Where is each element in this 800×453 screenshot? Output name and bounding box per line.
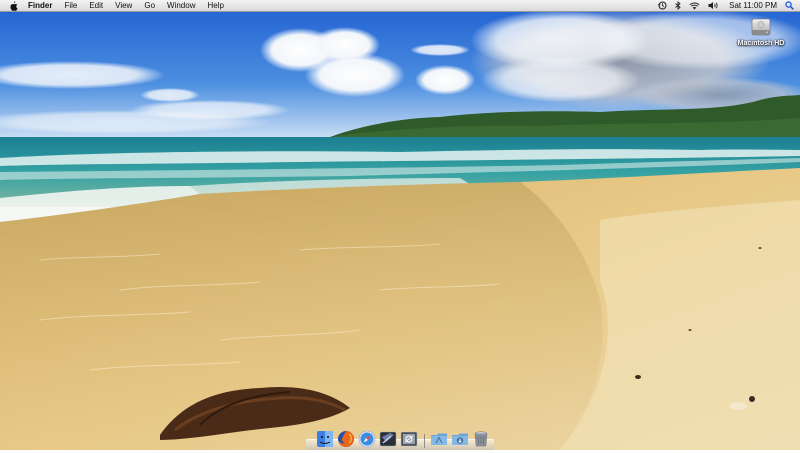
trash-icon[interactable] (472, 430, 490, 448)
volume-icon[interactable] (708, 0, 719, 11)
menu-clock[interactable]: Sat 11:00 PM (729, 0, 777, 11)
desktop-wallpaper (0, 0, 800, 450)
wifi-icon[interactable] (689, 0, 700, 11)
time-machine-icon[interactable] (658, 0, 667, 11)
terminal-icon[interactable] (379, 430, 397, 448)
menu-app-finder[interactable]: Finder (28, 0, 58, 11)
firefox-icon[interactable] (337, 430, 355, 448)
menu-edit[interactable]: Edit (83, 0, 109, 11)
apple-menu-icon[interactable] (9, 0, 19, 11)
menu-help[interactable]: Help (201, 0, 229, 11)
menu-go[interactable]: Go (138, 0, 161, 11)
desktop-icon-label: Macintosh HD (737, 40, 785, 47)
dock (306, 422, 494, 450)
downloads-folder-icon[interactable] (451, 430, 469, 448)
applications-folder-icon[interactable] (430, 430, 448, 448)
spotlight-icon[interactable] (785, 0, 794, 11)
hard-drive-icon (750, 16, 772, 38)
finder-icon[interactable] (316, 430, 334, 448)
menu-file[interactable]: File (58, 0, 83, 11)
bluetooth-icon[interactable] (675, 0, 681, 11)
desktop-icon-macintosh-hd[interactable]: Macintosh HD (734, 16, 788, 47)
safari-icon[interactable] (358, 430, 376, 448)
menu-view[interactable]: View (109, 0, 138, 11)
dock-separator (424, 434, 425, 448)
menu-bar: Finder File Edit View Go Window Help Sat… (0, 0, 800, 12)
menu-window[interactable]: Window (161, 0, 201, 11)
preview-icon[interactable] (400, 430, 418, 448)
